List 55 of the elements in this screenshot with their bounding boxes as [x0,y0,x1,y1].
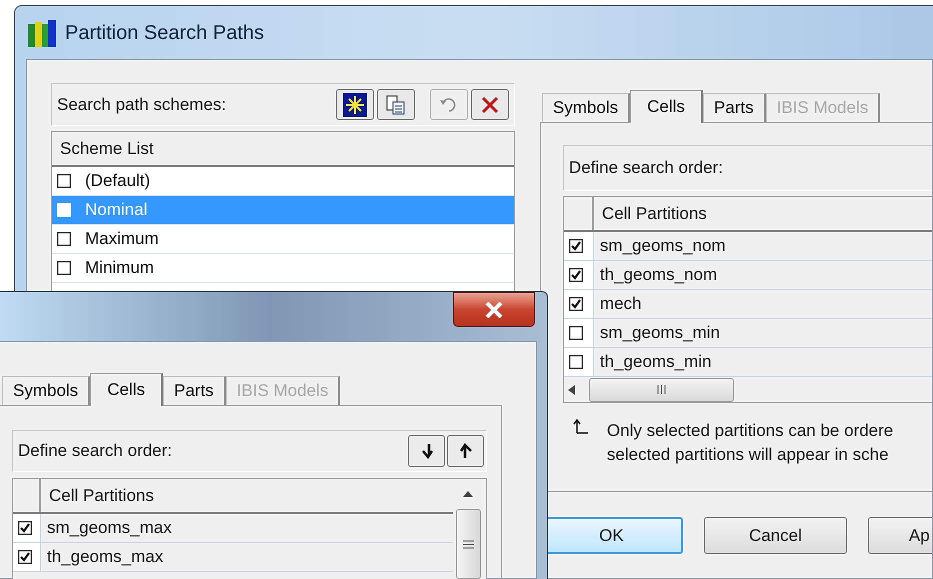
grip-icon [656,385,666,394]
copy-button[interactable] [376,89,415,120]
column-header: Cell Partitions [600,202,707,225]
grip-icon [462,540,474,548]
section-label: Search path schemes: [57,94,228,116]
note-text: selected partitions will appear in sche [606,444,890,466]
up-arrow-icon [463,491,473,497]
tab[interactable]: Parts [702,93,766,122]
copy-icon [384,94,407,116]
table-cell-text: mech [598,293,642,316]
tab[interactable]: Parts [162,376,226,405]
scrollbar-thumb[interactable] [588,378,734,402]
move-down-button[interactable] [408,435,445,467]
move-up-button[interactable] [447,435,484,467]
up-arrow-icon [572,419,589,435]
table-cell-text: sm_geoms_max [46,517,172,540]
close-icon [485,302,503,318]
dialog-button[interactable]: Ap [868,517,932,554]
undo-button[interactable] [430,89,468,120]
down-arrow-icon [420,443,434,459]
section-label: Define search order: [568,157,723,180]
section-label: Define search order: [18,440,174,462]
new-button[interactable] [336,89,374,120]
delete-button[interactable] [470,89,509,120]
table-cell-text: th_geoms_min [598,351,712,374]
sparkle-icon [342,92,367,116]
left-arrow-icon [568,384,575,394]
tab[interactable]: Symbols [542,93,630,122]
table-cell-text: th_geoms_max [46,546,164,568]
checkbox[interactable] [568,326,583,340]
table-cell-text: th_geoms_nom [598,264,718,286]
checkbox[interactable] [568,355,583,369]
checkbox[interactable] [568,268,583,282]
checkbox[interactable] [57,174,71,188]
up-arrow-icon [458,443,472,459]
close-button[interactable] [453,292,535,327]
checkbox[interactable] [568,239,583,253]
note-text: Only selected partitions can be ordere [606,420,894,442]
checkbox[interactable] [18,550,32,564]
checkbox[interactable] [568,297,583,311]
checkbox[interactable] [57,261,71,275]
column-header: Scheme List [52,132,514,167]
table-cell-text: sm_geoms_nom [598,235,726,258]
column-header: Cell Partitions [48,484,154,507]
dialog-button[interactable]: Cancel [704,517,847,554]
tab[interactable]: Cells [630,90,703,123]
window-title: Partition Search Paths [65,20,264,46]
checkbox[interactable] [57,232,71,246]
delete-icon [480,94,500,114]
scrollbar-thumb[interactable] [456,509,480,579]
checkbox[interactable] [18,521,32,535]
tab[interactable]: Symbols [2,376,90,405]
books-icon [27,18,57,48]
tab[interactable]: Cells [90,373,163,406]
table-cell-text: sm_geoms_min [598,322,720,344]
